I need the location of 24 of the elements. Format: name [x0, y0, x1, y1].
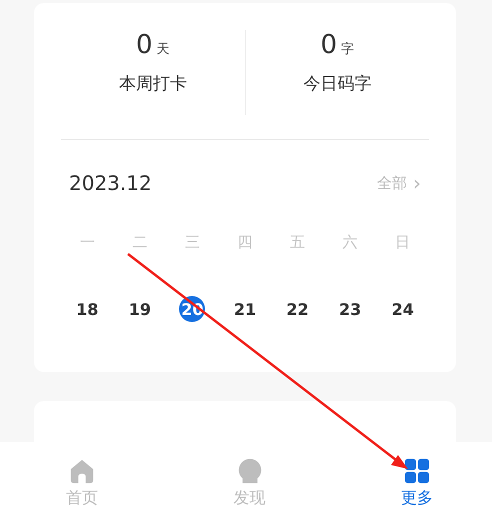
weekday-label: 日 — [395, 233, 410, 252]
grid-icon — [404, 458, 430, 484]
calendar-day[interactable]: 19 — [126, 296, 153, 322]
bulb-icon — [236, 458, 262, 484]
month-title: 2023.12 — [69, 171, 152, 195]
weekday-label: 五 — [290, 233, 306, 252]
weekday-label: 一 — [80, 233, 95, 252]
weekday-label: 二 — [132, 233, 148, 252]
home-icon — [69, 458, 95, 484]
tab[interactable]: 更多 — [382, 442, 452, 523]
stat-label: 本周打卡 — [118, 73, 187, 95]
stat-value: 0 — [320, 30, 338, 60]
calendar-day[interactable]: 23 — [337, 296, 364, 322]
weekday-label: 六 — [342, 233, 358, 252]
stat-value: 0 — [136, 30, 153, 60]
stat-unit: 天 — [156, 41, 170, 58]
stat-label: 今日码字 — [303, 73, 372, 95]
calendar-day[interactable]: 21 — [232, 296, 258, 322]
weekday-label: 四 — [237, 233, 252, 252]
weekday-label: 三 — [184, 233, 200, 252]
stat-unit: 字 — [341, 41, 354, 58]
calendar-day[interactable]: 18 — [74, 296, 100, 322]
calendar-day[interactable]: 24 — [390, 296, 416, 322]
calendar-day[interactable]: 22 — [284, 296, 311, 322]
